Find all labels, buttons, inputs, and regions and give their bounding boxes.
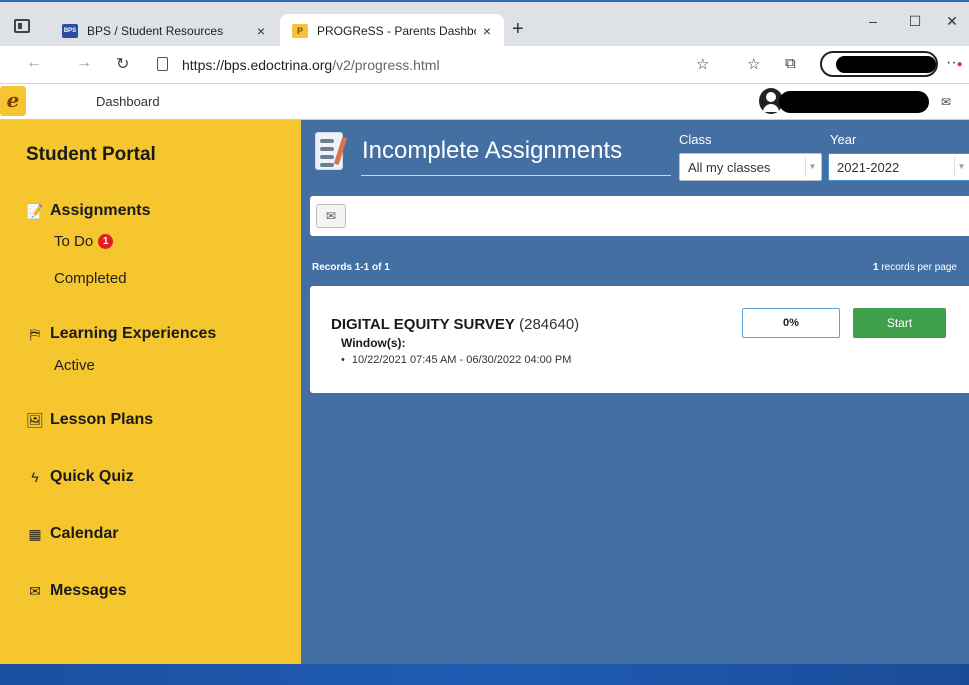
progress-favicon-icon: P (292, 24, 308, 38)
signpost-icon: ⛿ (29, 325, 41, 342)
main-content: Incomplete Assignments Class All my clas… (301, 120, 969, 664)
reload-icon[interactable]: ↻ (116, 54, 129, 74)
sidebar-item-calendar[interactable]: ▦ Calendar (26, 525, 118, 543)
class-select-value: All my classes (688, 160, 771, 175)
tab-actions-icon[interactable] (14, 19, 30, 33)
address-bar: ← → ↻ https://bps.edoctrina.org/v2/progr… (0, 46, 969, 84)
year-select-value: 2021-2022 (837, 160, 900, 175)
profile-button[interactable] (820, 51, 938, 77)
close-tab-icon[interactable]: × (250, 23, 272, 39)
sidebar-item-assignments[interactable]: 📝 Assignments (26, 202, 150, 220)
presentation-board-icon: 🖼 (26, 411, 44, 428)
sidebar-item-label: Quick Quiz (50, 468, 134, 485)
chevron-down-icon: ▼ (805, 157, 819, 177)
window-label: Window(s): (341, 336, 406, 350)
per-page-count: 1 (873, 262, 879, 273)
favorites-icon[interactable]: ☆ (747, 55, 760, 73)
start-button[interactable]: Start (853, 308, 946, 338)
lightning-icon: ϟ (31, 469, 39, 485)
sidebar-item-label: Lesson Plans (50, 411, 154, 428)
sidebar-item-label: Assignments (50, 202, 151, 219)
back-icon[interactable]: ← (26, 54, 42, 72)
class-filter-label: Class (679, 132, 712, 147)
lock-icon[interactable] (157, 57, 168, 71)
year-select[interactable]: 2021-2022 ▼ (828, 153, 969, 181)
tab-title: PROGReSS - Parents Dashboard (317, 24, 476, 38)
bps-favicon-icon: BPS (62, 24, 78, 38)
more-icon[interactable]: ··● (946, 54, 963, 72)
app-top-bar: e Dashboard ✉ (0, 84, 969, 120)
url-host: https://bps.edoctrina.org (182, 57, 333, 73)
close-window-button[interactable]: ✕ (935, 8, 969, 34)
portal-title: Student Portal (26, 144, 156, 165)
assignment-name: DIGITAL EQUITY SURVEY (331, 316, 515, 333)
assignments-toolbar: ✉ (310, 196, 969, 236)
chevron-down-icon: ▼ (954, 157, 968, 177)
forward-icon[interactable]: → (76, 54, 92, 72)
sidebar-item-active[interactable]: Active (54, 357, 95, 374)
records-per-page[interactable]: 1 records per page (873, 262, 957, 273)
dashboard-link[interactable]: Dashboard (96, 94, 160, 109)
url-field[interactable]: https://bps.edoctrina.org/v2/progress.ht… (182, 57, 440, 73)
assignments-icon: 📝 (26, 202, 44, 219)
calendar-icon: ▦ (28, 525, 42, 542)
maximize-button[interactable]: ☐ (893, 8, 937, 34)
sidebar-item-todo[interactable]: To Do 1 (54, 233, 114, 250)
notepad-icon (315, 132, 348, 170)
url-path: /v2/progress.html (332, 57, 440, 73)
class-select[interactable]: All my classes ▼ (679, 153, 822, 181)
per-page-label: records per page (881, 262, 957, 273)
envelope-icon: ✉ (29, 582, 41, 599)
progress-indicator: 0% (742, 308, 840, 338)
sidebar-item-lesson-plans[interactable]: 🖼 Lesson Plans (26, 411, 153, 429)
browser-tab-bar: BPS BPS / Student Resources × P PROGReSS… (0, 0, 969, 48)
year-filter-label: Year (830, 132, 857, 147)
sidebar-item-label: Learning Experiences (50, 325, 217, 342)
favorites-add-icon[interactable]: ☆ (696, 55, 709, 73)
sidebar: Student Portal 📝 Assignments To Do 1 Com… (0, 120, 301, 664)
sidebar-item-label: To Do (54, 233, 94, 250)
close-tab-icon[interactable]: × (476, 23, 498, 39)
assignment-id: (284640) (519, 316, 580, 333)
window-date-range: 10/22/2021 07:45 AM - 06/30/2022 04:00 P… (341, 354, 572, 366)
sidebar-item-messages[interactable]: ✉ Messages (26, 582, 127, 600)
collections-icon[interactable]: ⧉ (785, 55, 796, 72)
sidebar-item-label: Calendar (50, 525, 119, 542)
edoctrina-logo-icon[interactable]: e (0, 86, 26, 116)
records-count: Records 1-1 of 1 (312, 262, 390, 273)
todo-count-badge: 1 (98, 234, 114, 249)
redacted-user-name[interactable] (779, 91, 929, 113)
redacted-profile (836, 56, 936, 73)
sidebar-item-completed[interactable]: Completed (54, 270, 127, 287)
assignment-title[interactable]: DIGITAL EQUITY SURVEY (284640) (331, 316, 579, 333)
assignment-card: DIGITAL EQUITY SURVEY (284640) Window(s)… (310, 286, 969, 393)
page-title: Incomplete Assignments (362, 137, 623, 164)
message-button[interactable]: ✉ (316, 204, 346, 228)
tab-progress-dashboard[interactable]: P PROGReSS - Parents Dashboard × (280, 14, 504, 48)
tab-title: BPS / Student Resources (87, 24, 224, 38)
sidebar-item-learning-experiences[interactable]: ⛿ Learning Experiences (26, 325, 216, 343)
tab-bps-student-resources[interactable]: BPS BPS / Student Resources × (50, 14, 278, 48)
minimize-button[interactable]: – (851, 8, 895, 34)
os-taskbar (0, 664, 969, 685)
sidebar-item-quick-quiz[interactable]: ϟ Quick Quiz (26, 468, 134, 486)
mail-icon[interactable]: ✉ (941, 95, 951, 109)
sidebar-item-label: Messages (50, 582, 127, 599)
title-divider (361, 175, 671, 176)
new-tab-button[interactable]: + (512, 18, 524, 41)
